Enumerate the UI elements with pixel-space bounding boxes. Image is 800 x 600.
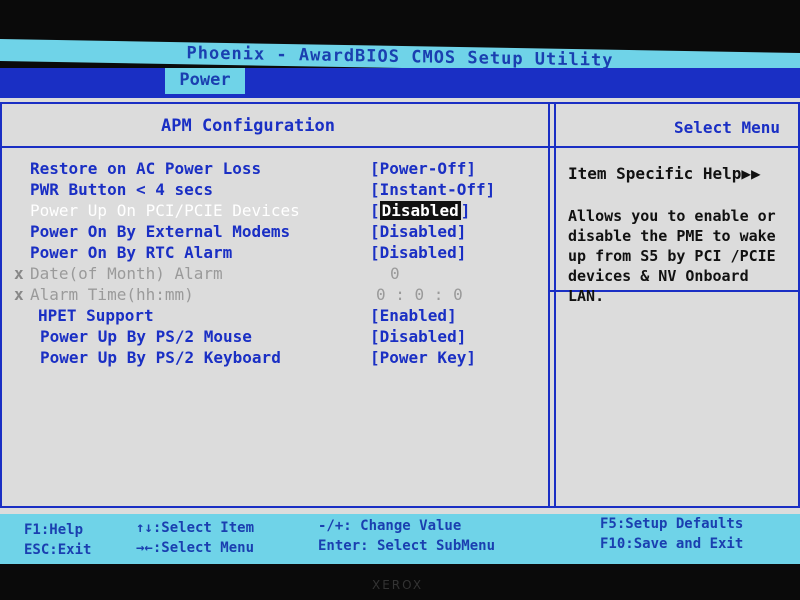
setting-value: 0 : 0 : 0 — [376, 285, 463, 304]
bios-screen: Phoenix - AwardBIOS CMOS Setup Utility P… — [0, 0, 800, 600]
setting-row-hpet-support[interactable]: HPET Support [Enabled] — [14, 305, 544, 326]
menu-bar: Power — [0, 68, 800, 96]
setting-row-rtc-alarm[interactable]: Power On By RTC Alarm [Disabled] — [14, 242, 544, 263]
setting-value[interactable]: [Disabled] — [370, 200, 470, 221]
hint-select-item: ↑↓:Select Item — [136, 520, 255, 536]
settings-list: Restore on AC Power Loss [Power-Off] PWR… — [14, 158, 544, 368]
hint-select-menu: →←:Select Menu — [136, 540, 255, 556]
setting-value[interactable]: [Disabled] — [370, 221, 466, 242]
hint-f10-save-exit: F10:Save and Exit — [600, 536, 744, 552]
hint-f5-defaults: F5:Setup Defaults — [600, 516, 744, 532]
setting-value[interactable]: [Power Key] — [370, 347, 476, 368]
help-text: Allows you to enable or disable the PME … — [568, 207, 776, 305]
help-title: Item Specific Help▶▶ — [568, 164, 761, 183]
setting-value[interactable]: [Power-Off] — [370, 158, 476, 179]
tab-power[interactable]: Power — [165, 68, 245, 94]
setting-value[interactable]: [Disabled] — [370, 242, 466, 263]
setting-value[interactable]: [Instant-Off] — [370, 179, 495, 200]
setting-label: Power Up By PS/2 Mouse — [40, 327, 252, 346]
setting-row-pwr-button[interactable]: PWR Button < 4 secs [Instant-Off] — [14, 179, 544, 200]
status-bar: F1:Help ESC:Exit ↑↓:Select Item →←:Selec… — [0, 514, 800, 564]
hint-f1-help: F1:Help — [24, 522, 84, 538]
xerox-logo: XEROX — [372, 578, 424, 592]
hint-esc-exit: ESC:Exit — [24, 542, 92, 558]
panel-title: APM Configuration — [2, 104, 554, 148]
setting-row-alarm-time: x Alarm Time(hh:mm) 0 : 0 : 0 — [14, 284, 544, 305]
disabled-marker: x — [14, 264, 24, 283]
hint-change-value: -/+: Change Value — [318, 518, 462, 534]
setting-row-date-alarm: x Date(of Month) Alarm 0 — [14, 263, 544, 284]
setting-label: Power On By RTC Alarm — [30, 243, 233, 262]
setting-value[interactable]: [Enabled] — [370, 305, 457, 326]
disabled-marker: x — [14, 285, 24, 304]
setting-label: Alarm Time(hh:mm) — [30, 285, 194, 304]
setting-label: Date(of Month) Alarm — [30, 264, 223, 283]
hint-enter-submenu: Enter: Select SubMenu — [318, 538, 496, 554]
setting-row-external-modems[interactable]: Power On By External Modems [Disabled] — [14, 221, 544, 242]
setting-row-ps2-keyboard[interactable]: Power Up By PS/2 Keyboard [Power Key] — [14, 347, 544, 368]
setting-label: Power Up By PS/2 Keyboard — [40, 348, 281, 367]
setting-label: HPET Support — [38, 306, 154, 325]
setting-value: 0 — [390, 264, 400, 283]
setting-row-restore-ac-power-loss[interactable]: Restore on AC Power Loss [Power-Off] — [14, 158, 544, 179]
selected-value[interactable]: Disabled — [379, 201, 461, 220]
setting-label: Restore on AC Power Loss — [30, 159, 262, 178]
setting-row-power-up-pci-pcie[interactable]: Power Up On PCI/PCIE Devices [Disabled] — [14, 200, 544, 221]
help-content: Item Specific Help▶▶ Allows you to enabl… — [548, 102, 800, 508]
setting-label: PWR Button < 4 secs — [30, 180, 214, 199]
setting-label: Power On By External Modems — [30, 222, 291, 241]
setting-row-ps2-mouse[interactable]: Power Up By PS/2 Mouse [Disabled] — [14, 326, 544, 347]
setting-label: Power Up On PCI/PCIE Devices — [30, 201, 300, 220]
main-area: APM Configuration Select Menu Restore on… — [0, 96, 800, 514]
setting-value[interactable]: [Disabled] — [370, 326, 466, 347]
